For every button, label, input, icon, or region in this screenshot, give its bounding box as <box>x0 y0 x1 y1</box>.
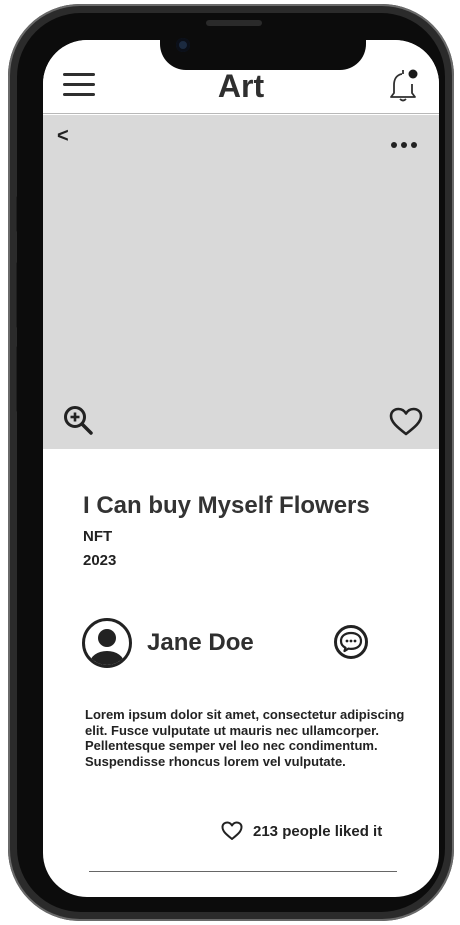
app-screen: Art < I Can buy Myself Flowers NFT 2023 <box>43 40 439 897</box>
artwork-type: NFT <box>83 528 113 545</box>
artwork-title: I Can buy Myself Flowers <box>83 492 370 519</box>
artist-name[interactable]: Jane Doe <box>147 629 254 657</box>
user-avatar-icon[interactable] <box>81 617 133 669</box>
artwork-year: 2023 <box>83 552 117 569</box>
page-title: Art <box>217 68 265 104</box>
chat-bubble-icon[interactable] <box>333 624 369 660</box>
artwork-image[interactable]: < <box>43 115 439 449</box>
bell-icon[interactable] <box>389 68 419 102</box>
camera-icon <box>176 38 190 52</box>
zoom-in-icon[interactable] <box>63 405 93 435</box>
phone-speaker <box>206 20 262 26</box>
likes-summary: 213 people liked it <box>221 821 382 841</box>
heart-outline-icon[interactable] <box>221 821 243 841</box>
likes-count-text: 213 people liked it <box>253 822 383 840</box>
phone-notch <box>160 28 366 70</box>
heart-icon[interactable] <box>389 407 423 437</box>
divider <box>89 871 397 872</box>
more-dots-icon[interactable] <box>391 142 419 148</box>
artwork-description: Lorem ipsum dolor sit amet, consectetur … <box>85 707 405 769</box>
back-chevron-icon[interactable]: < <box>57 125 69 148</box>
